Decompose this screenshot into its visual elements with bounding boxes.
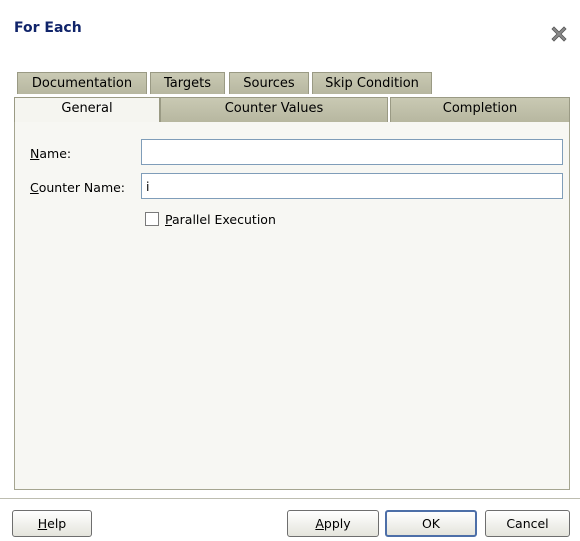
separator: [0, 498, 580, 499]
tab-general[interactable]: General: [14, 97, 160, 123]
tab-sources[interactable]: Sources: [229, 72, 309, 94]
tab-counter-values[interactable]: Counter Values: [160, 97, 388, 122]
counter-name-label: Counter Name:: [30, 180, 126, 195]
cancel-button[interactable]: Cancel: [485, 510, 570, 537]
name-label: Name:: [30, 146, 72, 161]
close-icon[interactable]: [549, 24, 569, 44]
ok-button[interactable]: OK: [385, 510, 477, 537]
tab-documentation[interactable]: Documentation: [17, 72, 147, 94]
tab-targets[interactable]: Targets: [150, 72, 225, 94]
name-field[interactable]: [141, 139, 563, 165]
tab-completion[interactable]: Completion: [390, 97, 570, 122]
parallel-execution-label: Parallel Execution: [165, 212, 276, 227]
parallel-execution-checkbox[interactable]: [145, 212, 159, 226]
help-button[interactable]: Help: [12, 510, 92, 537]
dialog-title: For Each: [14, 20, 82, 36]
tab-skip-condition[interactable]: Skip Condition: [312, 72, 432, 94]
counter-name-field[interactable]: [141, 173, 563, 199]
apply-button[interactable]: Apply: [287, 510, 379, 537]
